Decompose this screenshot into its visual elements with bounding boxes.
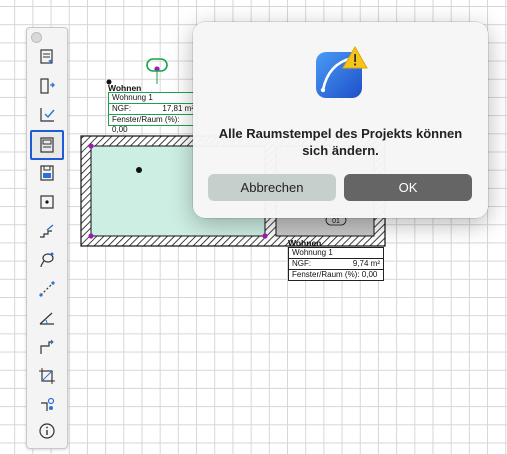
node-connect-icon[interactable]: [32, 392, 62, 418]
app-warning-icon: [316, 46, 368, 98]
selection-handle[interactable]: [88, 143, 94, 149]
ok-button[interactable]: OK: [344, 174, 472, 201]
selection-handle[interactable]: [262, 233, 268, 239]
stamp-row-window: Fenster/Raum (%): 0,00: [108, 114, 198, 134]
stamp-window-ratio: Fenster/Raum (%): 0,00: [292, 270, 378, 279]
angle-measure-icon[interactable]: [32, 305, 62, 331]
palette-close-button[interactable]: [31, 32, 42, 43]
stamp-area-label: NGF:: [292, 259, 312, 268]
settings-sheet-icon[interactable]: [32, 44, 62, 70]
stairs-pen-icon[interactable]: [32, 218, 62, 244]
save-stamp-icon[interactable]: [32, 160, 62, 186]
room-stamp-icon[interactable]: [30, 130, 64, 160]
cancel-button[interactable]: Abbrechen: [208, 174, 336, 201]
point-tool-icon[interactable]: [32, 189, 62, 215]
info-icon[interactable]: [32, 418, 62, 444]
step-line-icon[interactable]: [32, 334, 62, 360]
room-number: 01: [332, 218, 340, 225]
door-tool-icon[interactable]: [32, 73, 62, 99]
alert-dialog: Alle Raumstempel des Projekts können sic…: [193, 22, 488, 218]
selection-handle[interactable]: [88, 233, 94, 239]
stamp-window-ratio: Fenster/Raum (%): 0,00: [112, 115, 180, 134]
stamp-area-value: 17,81 m²: [162, 104, 194, 113]
tool-palette: [26, 27, 68, 449]
check-list-icon[interactable]: [32, 102, 62, 128]
stamp-unit: Wohnung 1: [112, 93, 153, 102]
crop-area-icon[interactable]: [32, 363, 62, 389]
lasso-tool-icon[interactable]: [32, 247, 62, 273]
stamp-row-window: Fenster/Raum (%): 0,00: [288, 269, 384, 281]
room-center-point[interactable]: [136, 167, 142, 173]
stamp-area-label: NGF:: [112, 104, 132, 113]
path-tool-icon[interactable]: [32, 276, 62, 302]
room-stamp-upper[interactable]: Wohnen Wohnung 1 NGF: 17,81 m² Fenster/Ra…: [108, 83, 198, 134]
alert-message: Alle Raumstempel des Projekts können sic…: [218, 126, 463, 158]
stamp-area-value: 9,74 m²: [352, 259, 380, 268]
stamp-unit: Wohnung 1: [292, 248, 333, 257]
room-stamp-lower[interactable]: Wohnen Wohnung 1 NGF: 9,74 m² Fenster/Rau…: [288, 238, 384, 281]
